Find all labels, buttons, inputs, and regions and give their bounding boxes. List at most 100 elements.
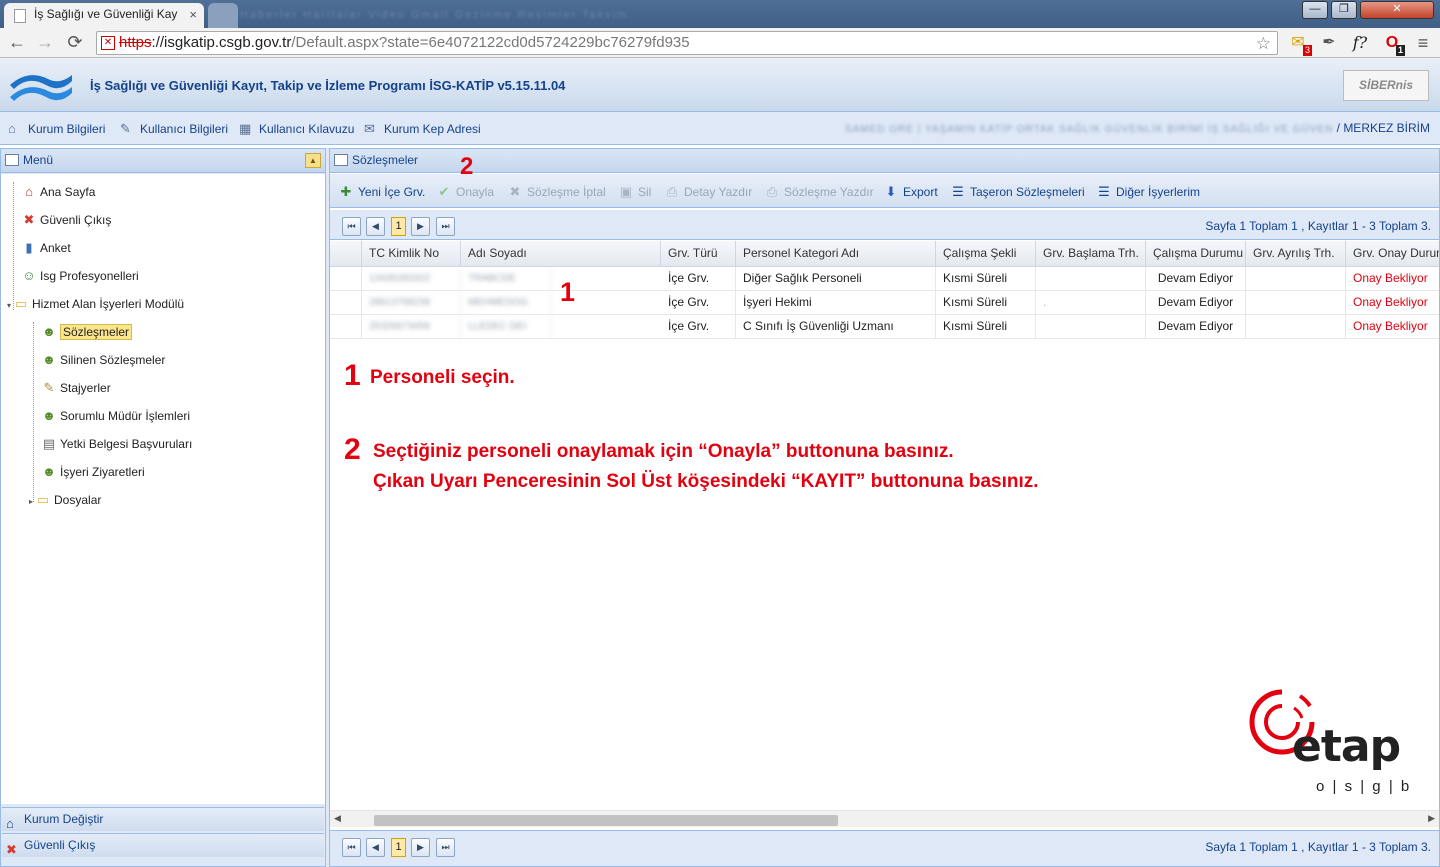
print-icon: ⎙	[766, 184, 778, 199]
page-number[interactable]: 1	[391, 217, 406, 236]
toolbar-label: Yeni İçe Grv.	[358, 185, 426, 199]
cell-kategori: C Sınıfı İş Güvenliği Uzmanı	[736, 315, 936, 339]
sozlesme-yazdir-button[interactable]: ⎙ Sözleşme Yazdır	[764, 184, 874, 200]
contract-icon: ☻	[42, 352, 56, 367]
window-minimize-button[interactable]: —	[1302, 1, 1328, 19]
nav-kullanici-bilgileri[interactable]: ✎ Kullanıcı Bilgileri	[120, 121, 228, 137]
back-button[interactable]: ←	[6, 31, 28, 53]
opera-extension-icon[interactable]: O1	[1380, 33, 1405, 56]
table-row[interactable]: 28613768238 MEHMEDOG İçe Grv. İşyeri Hek…	[330, 291, 1439, 315]
formula-extension-icon[interactable]: f?	[1348, 33, 1372, 53]
col-tc-kimlik[interactable]: TC Kimlik No	[362, 241, 461, 267]
menu-item-label: Dosyalar	[54, 493, 102, 507]
sozlesme-iptal-button[interactable]: ✖ Sözleşme İptal	[507, 184, 606, 200]
nav-kurum-bilgileri[interactable]: ⌂ Kurum Bilgileri	[8, 121, 105, 136]
nav-kurum-kep-adresi[interactable]: ✉ Kurum Kep Adresi	[364, 121, 481, 137]
menu-item-ana-sayfa[interactable]: ⌂ Ana Sayfa	[21, 182, 95, 202]
menu-item-dosyalar[interactable]: ▸ ▭ Dosyalar	[29, 490, 101, 510]
browser-menu-icon[interactable]: ≡	[1412, 33, 1434, 53]
new-tab-button[interactable]	[208, 3, 238, 28]
tree-expand-icon[interactable]: ▸	[29, 497, 33, 506]
left-menu-panel: Menü ▲ ⌂ Ana Sayfa ✖ Güvenli Çıkış ▮ Anket …	[0, 148, 326, 867]
toolbar-label: Onayla	[456, 185, 495, 199]
yeni-ice-grv-button[interactable]: ✚ Yeni İçe Grv.	[338, 184, 426, 200]
sil-button[interactable]: ▣ Sil	[618, 184, 652, 200]
next-page-button[interactable]: ▶	[411, 217, 430, 236]
first-page-button[interactable]: ⏮	[342, 217, 361, 236]
page-number[interactable]: 1	[391, 838, 406, 857]
menu-item-label: İşyeri Ziyaretleri	[60, 465, 145, 479]
pen-icon: ✎	[43, 380, 55, 395]
cell-name: TRABCDE	[461, 267, 551, 291]
menu-item-stajyerler[interactable]: ✎ Stajyerler	[41, 378, 111, 398]
menu-item-sorumlu-mudur[interactable]: ☻ Sorumlu Müdür İşlemleri	[41, 406, 190, 426]
window-maximize-button[interactable]: ❐	[1331, 1, 1357, 19]
reload-button[interactable]: ⟳	[64, 31, 86, 53]
guvenli-cikis-footer-button[interactable]: ✖ Güvenli Çıkış	[2, 833, 324, 857]
menu-item-guvenli-cikis[interactable]: ✖ Güvenli Çıkış	[21, 210, 112, 230]
mail-extension-icon[interactable]: ✉ 3	[1286, 33, 1312, 56]
cell-calisma-sekli: Kısmi Süreli	[936, 315, 1036, 339]
contract-toolbar: ✚ Yeni İçe Grv. ✔ Onayla ✖ Sözleşme İptal ▣…	[330, 174, 1439, 208]
col-adi-soyadi[interactable]: Adı Soyadı	[461, 241, 661, 267]
detay-yazdir-button[interactable]: ⎙ Detay Yazdır	[664, 184, 752, 200]
export-button[interactable]: ⬇ Export	[883, 184, 938, 200]
kurum-degistir-button[interactable]: ⌂ Kurum Değiştir	[2, 807, 324, 831]
last-page-button[interactable]: ⏭	[436, 838, 455, 857]
eyedropper-extension-icon[interactable]: ✒	[1318, 33, 1340, 53]
tree-expand-icon[interactable]: ▾	[7, 301, 11, 310]
prev-page-button[interactable]: ◀	[366, 838, 385, 857]
book-icon: ▦	[239, 121, 252, 136]
etap-osgb-logo: etap o | s | g | b	[1248, 688, 1422, 800]
tab-close-icon[interactable]: ×	[189, 7, 197, 22]
taseron-sozlesmeleri-button[interactable]: ☰ Taşeron Sözleşmeleri	[950, 184, 1085, 200]
home-icon: ⌂	[25, 184, 33, 199]
menu-item-label: Sözleşmeler	[60, 324, 133, 340]
last-page-button[interactable]: ⏭	[436, 217, 455, 236]
menu-item-isyeri-ziyaretleri[interactable]: ☻ İşyeri Ziyaretleri	[41, 462, 145, 482]
menu-item-label: Hizmet Alan İşyerleri Modülü	[32, 297, 185, 311]
col-grv-turu[interactable]: Grv. Türü	[661, 241, 736, 267]
cell-durum: Devam Ediyor	[1146, 291, 1246, 315]
menu-collapse-button[interactable]: ▲	[305, 153, 321, 168]
menu-item-sozlesmeler[interactable]: ☻ Sözleşmeler	[41, 322, 133, 342]
print-icon: ⎙	[666, 184, 678, 199]
next-page-button[interactable]: ▶	[411, 838, 430, 857]
cell-baslama: .	[1036, 291, 1146, 315]
url-scheme: https	[119, 34, 152, 51]
col-grv-ayrilis[interactable]: Grv. Ayrılış Trh.	[1246, 241, 1346, 267]
menu-header: Menü ▲	[1, 149, 325, 173]
horizontal-scrollbar[interactable]: ◀ ▶	[330, 810, 1439, 827]
forward-button[interactable]: →	[34, 31, 56, 53]
browser-tab-active[interactable]: İş Sağlığı ve Güvenliği Kay ×	[4, 3, 204, 28]
toolbar-label: Detay Yazdır	[684, 185, 753, 199]
col-grv-onay[interactable]: Grv. Onay Durum	[1346, 241, 1439, 267]
list-icon: ☰	[1098, 184, 1110, 199]
user-info-suffix: / MERKEZ BİRİM	[1333, 121, 1430, 135]
col-grv-baslama[interactable]: Grv. Başlama Trh.	[1036, 241, 1146, 267]
scroll-left-icon[interactable]: ◀	[334, 813, 341, 824]
step2-line2: Çıkan Uyarı Penceresinin Sol Üst köşesin…	[373, 471, 1039, 492]
col-personel-kategori[interactable]: Personel Kategori Adı	[736, 241, 936, 267]
bookmark-star-icon[interactable]: ☆	[1256, 33, 1271, 54]
menu-item-hizmet-alan-isyerleri[interactable]: ▾ ▭ Hizmet Alan İşyerleri Modülü	[7, 294, 184, 314]
window-close-button[interactable]: ✕	[1360, 1, 1434, 19]
first-page-button[interactable]: ⏮	[342, 838, 361, 857]
table-row[interactable]: 25326673456 LLEDEC DEI İçe Grv. C Sınıfı…	[330, 315, 1439, 339]
menu-item-yetki-belgesi[interactable]: ▤ Yetki Belgesi Başvuruları	[41, 434, 192, 454]
menu-item-silinen-sozlesmeler[interactable]: ☻ Silinen Sözleşmeler	[41, 350, 165, 370]
onayla-button[interactable]: ✔ Onayla	[436, 184, 494, 200]
prev-page-button[interactable]: ◀	[366, 217, 385, 236]
scroll-right-icon[interactable]: ▶	[1428, 813, 1435, 824]
diger-isyerlerim-button[interactable]: ☰ Diğer İşyerlerim	[1096, 184, 1200, 200]
col-calisma-durumu[interactable]: Çalışma Durumu	[1146, 241, 1246, 267]
scrollbar-thumb[interactable]	[374, 815, 838, 826]
table-row[interactable]: 13435283322 TRABCDE İçe Grv. Diğer Sağlı…	[330, 267, 1439, 291]
nav-label: Kurum Kep Adresi	[384, 122, 481, 136]
menu-item-isg-profesyonelleri[interactable]: ☺ Isg Profesyonelleri	[21, 266, 138, 286]
nav-kullanici-kilavuzu[interactable]: ▦ Kullanıcı Kılavuzu	[239, 121, 354, 137]
menu-item-anket[interactable]: ▮ Anket	[21, 238, 70, 258]
url-bar[interactable]: ✕ https://isgkatip.csgb.gov.tr/Default.a…	[96, 31, 1278, 55]
cell-ayrilis	[1246, 291, 1346, 315]
col-calisma-sekli[interactable]: Çalışma Şekli	[936, 241, 1036, 267]
